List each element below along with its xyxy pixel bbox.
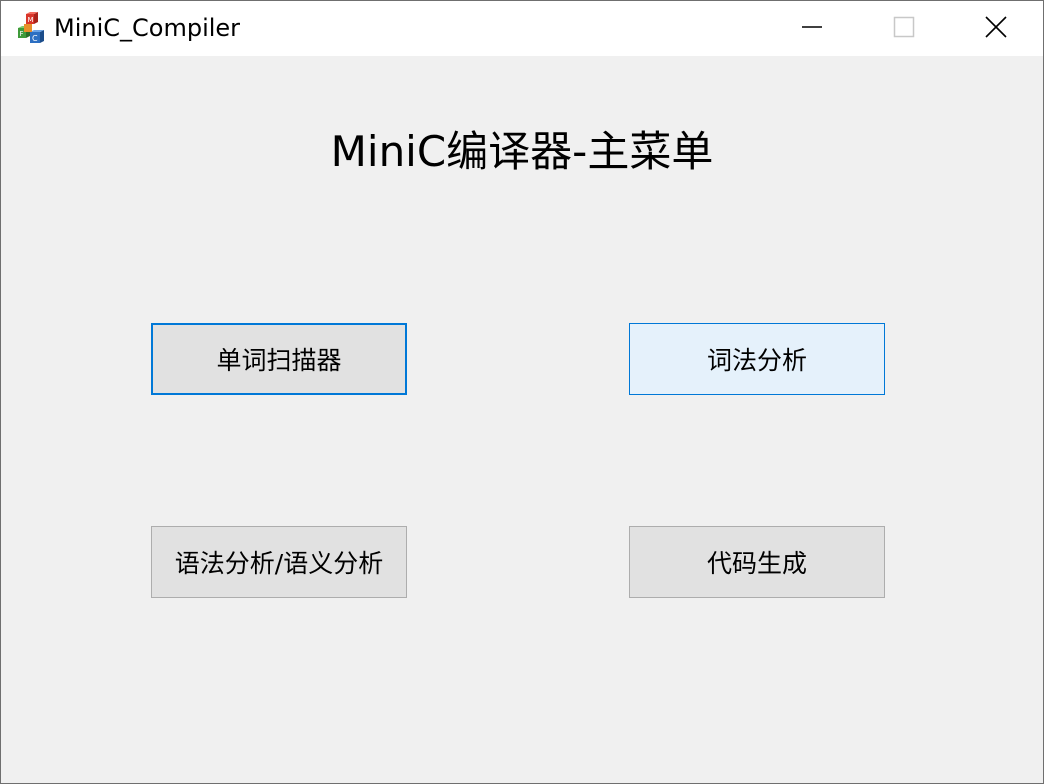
app-window: M F C MiniC_Compiler MiniC编译器-主菜单 单词扫描器 … (0, 0, 1044, 784)
main-menu-heading: MiniC编译器-主菜单 (330, 127, 714, 176)
svg-text:M: M (28, 16, 34, 24)
maximize-button[interactable] (858, 1, 950, 56)
svg-text:C: C (32, 34, 38, 43)
minimize-icon (801, 16, 823, 42)
syntax-semantic-analysis-button[interactable]: 语法分析/语义分析 (151, 526, 407, 598)
close-button[interactable] (950, 1, 1042, 56)
minic-blocks-icon: M F C (16, 12, 49, 45)
word-scanner-button[interactable]: 单词扫描器 (151, 323, 407, 395)
window-title: MiniC_Compiler (54, 14, 241, 42)
minimize-button[interactable] (766, 1, 858, 56)
maximize-icon (893, 16, 915, 42)
title-bar[interactable]: M F C MiniC_Compiler (1, 1, 1043, 56)
close-icon (985, 15, 1007, 42)
svg-text:F: F (20, 30, 24, 38)
lexical-analysis-button[interactable]: 词法分析 (629, 323, 885, 395)
code-generation-button[interactable]: 代码生成 (629, 526, 885, 598)
